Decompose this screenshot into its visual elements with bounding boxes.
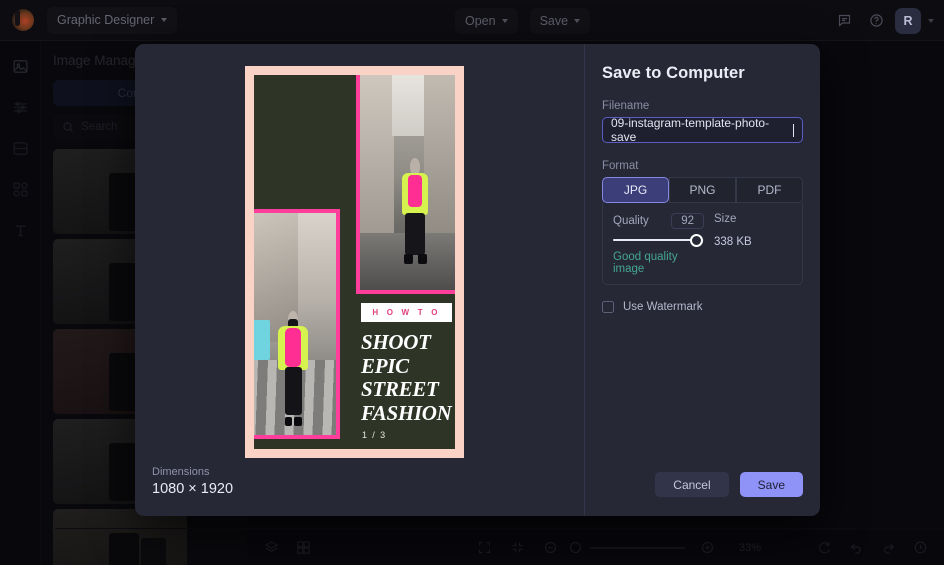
dimensions-block: Dimensions 1080 × 1920 xyxy=(152,466,233,497)
chevron-down-icon[interactable] xyxy=(928,18,934,23)
quality-value-field[interactable]: 92 xyxy=(671,213,704,229)
save-button[interactable]: Save xyxy=(739,472,803,497)
chevron-down-icon xyxy=(574,18,581,23)
format-label: Format xyxy=(602,160,639,172)
watermark-checkbox[interactable] xyxy=(602,301,614,313)
poster-title-line-1: SHOOT xyxy=(361,330,431,354)
chat-icon[interactable] xyxy=(831,7,858,34)
app-logo-icon[interactable] xyxy=(12,9,34,31)
save-to-computer-dialog: H O W T O SHOOT EPIC STREET FASHION 1 / … xyxy=(135,44,820,516)
watermark-label: Use Watermark xyxy=(623,301,703,313)
top-bar: Graphic Designer Open Save R xyxy=(0,0,944,41)
dialog-actions: Cancel Save xyxy=(655,472,803,497)
open-menu-button[interactable]: Open xyxy=(455,7,518,34)
format-tab-pdf[interactable]: PDF xyxy=(736,177,803,203)
poster-artwork: H O W T O SHOOT EPIC STREET FASHION 1 / … xyxy=(245,66,464,458)
dimensions-label: Dimensions xyxy=(152,466,210,478)
format-tab-jpg[interactable]: JPG xyxy=(602,177,669,203)
app-switcher[interactable]: Graphic Designer xyxy=(47,6,178,34)
quality-slider-handle[interactable] xyxy=(690,233,704,247)
cancel-button[interactable]: Cancel xyxy=(655,472,729,497)
poster-photo-top-right xyxy=(356,75,455,294)
filename-input[interactable]: 09-instagram-template-photo-save xyxy=(602,116,803,144)
app-switcher-label: Graphic Designer xyxy=(57,13,155,27)
filename-label: Filename xyxy=(602,100,650,112)
save-menu-label: Save xyxy=(539,13,569,28)
poster-eyebrow: H O W T O xyxy=(361,303,452,322)
poster-canvas: H O W T O SHOOT EPIC STREET FASHION 1 / … xyxy=(254,75,455,449)
center-menu-group: Open Save xyxy=(455,0,591,41)
quality-slider[interactable] xyxy=(613,233,704,247)
quality-label: Quality xyxy=(613,215,649,227)
save-menu-button[interactable]: Save xyxy=(529,7,591,34)
top-right-actions: R xyxy=(831,0,934,41)
quality-note: Good quality image xyxy=(613,251,678,275)
dialog-title: Save to Computer xyxy=(602,64,745,82)
format-tabs: JPG PNG PDF xyxy=(602,177,803,203)
chevron-down-icon xyxy=(501,18,508,23)
app-root: Graphic Designer Open Save R H O W T O S… xyxy=(0,0,944,565)
poster-title-line-3: STREET xyxy=(361,377,439,401)
chevron-down-icon xyxy=(161,18,168,22)
dimensions-value: 1080 × 1920 xyxy=(152,481,234,497)
poster-title-line-2: EPIC xyxy=(361,353,409,378)
poster-title-line-4: FASHION xyxy=(361,400,452,425)
avatar[interactable]: R xyxy=(895,7,921,34)
text-caret xyxy=(793,123,794,137)
save-form: Save to Computer Filename 09-instagram-t… xyxy=(585,44,820,516)
avatar-initial: R xyxy=(903,13,913,28)
format-tab-png[interactable]: PNG xyxy=(669,177,736,203)
filename-value: 09-instagram-template-photo-save xyxy=(611,116,770,144)
poster-photo-bottom-left xyxy=(254,209,340,439)
export-preview: H O W T O SHOOT EPIC STREET FASHION 1 / … xyxy=(135,44,585,516)
size-label: Size xyxy=(714,213,737,225)
poster-page-indicator: 1 / 3 xyxy=(362,430,387,440)
help-icon[interactable] xyxy=(863,7,890,34)
watermark-toggle[interactable]: Use Watermark xyxy=(602,301,803,313)
open-menu-label: Open xyxy=(465,13,496,28)
size-value: 338 KB xyxy=(714,236,752,248)
quality-panel: Quality 92 Good quality image Size 338 K… xyxy=(602,203,803,285)
poster-title: SHOOT EPIC STREET FASHION xyxy=(361,330,455,425)
